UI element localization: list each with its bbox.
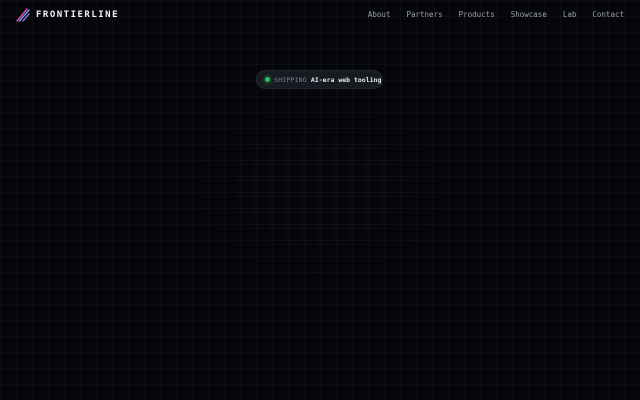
announcement-badge: SHIPPING AI-era web tooling <box>256 70 383 89</box>
nav-item-partners[interactable]: Partners <box>406 9 442 21</box>
main-nav: About Partners Products Showcase Lab Con… <box>368 9 624 21</box>
nav-item-contact[interactable]: Contact <box>592 9 624 21</box>
brand-name: FRONTIERLINE <box>36 10 120 20</box>
badge-status-label: SHIPPING <box>274 75 307 84</box>
brand-home-link[interactable]: FRONTIERLINE <box>16 8 119 22</box>
nav-item-about[interactable]: About <box>368 9 391 21</box>
nav-item-showcase[interactable]: Showcase <box>511 9 547 21</box>
nav-item-lab[interactable]: Lab <box>563 9 577 21</box>
badge-text: AI-era web tooling <box>310 75 382 84</box>
site-header: FRONTIERLINE About Partners Products Sho… <box>0 0 640 30</box>
background-grid <box>0 0 640 400</box>
background-grid-highlight <box>190 100 450 280</box>
diagonal-stripes-logo-icon <box>16 8 30 22</box>
nav-item-products[interactable]: Products <box>459 9 495 21</box>
status-dot-icon <box>265 77 270 82</box>
